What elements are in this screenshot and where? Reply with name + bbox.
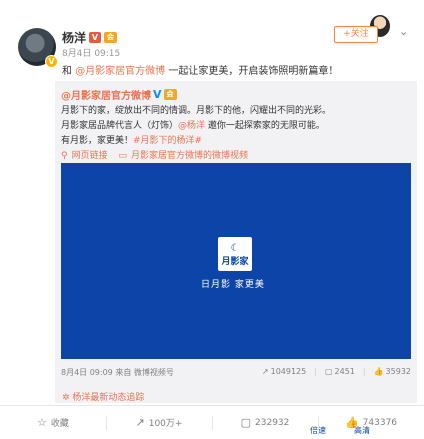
star-icon: ☆ bbox=[37, 416, 47, 429]
mention-link[interactable]: @月影家居官方微博 bbox=[75, 66, 165, 77]
repost-button[interactable]: ↗ 100万+ bbox=[106, 406, 212, 439]
repost-author-link[interactable]: @月影家居官方微博 bbox=[61, 87, 151, 102]
divider: | bbox=[314, 367, 317, 376]
thumbs-up-icon: 👍 bbox=[344, 416, 359, 429]
repost-text-line-1: 月影下的家，绽放出不同的情调。月影下的他，闪耀出不同的光彩。 bbox=[61, 106, 332, 116]
like-button[interactable]: 👍 743376 bbox=[318, 406, 424, 439]
repost-timestamp[interactable]: 8月4日 09:09 来自 微博视频号 bbox=[61, 367, 174, 378]
collect-button[interactable]: ☆ 收藏 bbox=[0, 406, 106, 439]
like-count-button[interactable]: 👍 35932 bbox=[374, 367, 411, 376]
comment-icon: ▢ bbox=[324, 367, 333, 376]
video-player[interactable]: ☾ 月影家 日月影 家更美 ↺ 0:42/0:42 倍速 高清 ◀ bbox=[61, 163, 411, 438]
post-text: 和 @月影家居官方微博 一起让家更美，开启装饰照明新篇章！ bbox=[62, 66, 339, 77]
brand-logo: ☾ 月影家 bbox=[218, 237, 252, 271]
weibo-video-link[interactable]: ▭ 月影家居官方微博的微博视频 bbox=[118, 151, 252, 161]
post-timestamp[interactable]: 8月4日 09:15 bbox=[62, 46, 120, 59]
action-bar: ☆ 收藏 ↗ 100万+ ▢ 232932 👍 743376 bbox=[0, 405, 424, 439]
blue-verified-icon: V bbox=[153, 88, 162, 101]
reposted-card: @月影家居官方微博 V 会 月影下的家，绽放出不同的情调。月影下的他，闪耀出不同… bbox=[55, 81, 417, 438]
web-link[interactable]: ⚲ 网页链接 bbox=[61, 151, 112, 161]
member-crown-icon: 会 bbox=[104, 32, 118, 43]
author-name-row: 杨洋 V 会 bbox=[62, 29, 118, 46]
divider: | bbox=[362, 367, 366, 376]
chevron-down-icon[interactable]: ⌄ bbox=[399, 25, 408, 38]
link-icon: ⚲ bbox=[61, 151, 68, 161]
share-icon: ↗ bbox=[135, 416, 145, 429]
comment-button[interactable]: ▢ 232932 bbox=[212, 406, 318, 439]
repost-text-line-2: 月影家居品牌代言人（灯饰）@杨洋 邀你一起探索家的无限可能。 bbox=[61, 121, 325, 131]
vip-icon: V bbox=[89, 32, 102, 43]
verified-badge-icon: V bbox=[45, 55, 58, 68]
trend-link[interactable]: ✲ 杨洋最新动态追踪 bbox=[62, 390, 144, 403]
repost-stats: ↗ 1049125 | ▢ 2451 | 👍 35932 bbox=[262, 367, 411, 376]
mention-link[interactable]: @杨洋 bbox=[178, 121, 205, 131]
crescent-moon-icon: ☾ bbox=[230, 243, 240, 254]
follow-button[interactable]: +关注 bbox=[334, 26, 378, 43]
comment-count-button[interactable]: ▢ 2451 bbox=[325, 367, 355, 376]
member-crown-icon: 会 bbox=[163, 89, 177, 100]
thumbs-up-icon: 👍 bbox=[373, 367, 384, 376]
hashtag-link[interactable]: #月影下的杨洋# bbox=[133, 136, 202, 146]
repost-count-button[interactable]: ↗ 1049125 bbox=[262, 367, 306, 376]
author-avatar[interactable]: V bbox=[18, 28, 58, 68]
repost-links: ⚲ 网页链接 ▭ 月影家居官方微博的微博视频 bbox=[61, 148, 256, 161]
comment-icon: ▢ bbox=[240, 416, 252, 429]
author-name[interactable]: 杨洋 bbox=[62, 29, 86, 46]
share-icon: ↗ bbox=[261, 367, 269, 376]
sparkle-icon: ✲ bbox=[62, 393, 70, 403]
repost-text-line-3: 有月影，家更美！#月影下的杨洋# bbox=[61, 136, 203, 146]
repost-author-row: @月影家居官方微博 V 会 bbox=[61, 87, 177, 102]
brand-caption: 日月影 家更美 bbox=[201, 280, 265, 290]
video-icon: ▭ bbox=[118, 151, 127, 161]
